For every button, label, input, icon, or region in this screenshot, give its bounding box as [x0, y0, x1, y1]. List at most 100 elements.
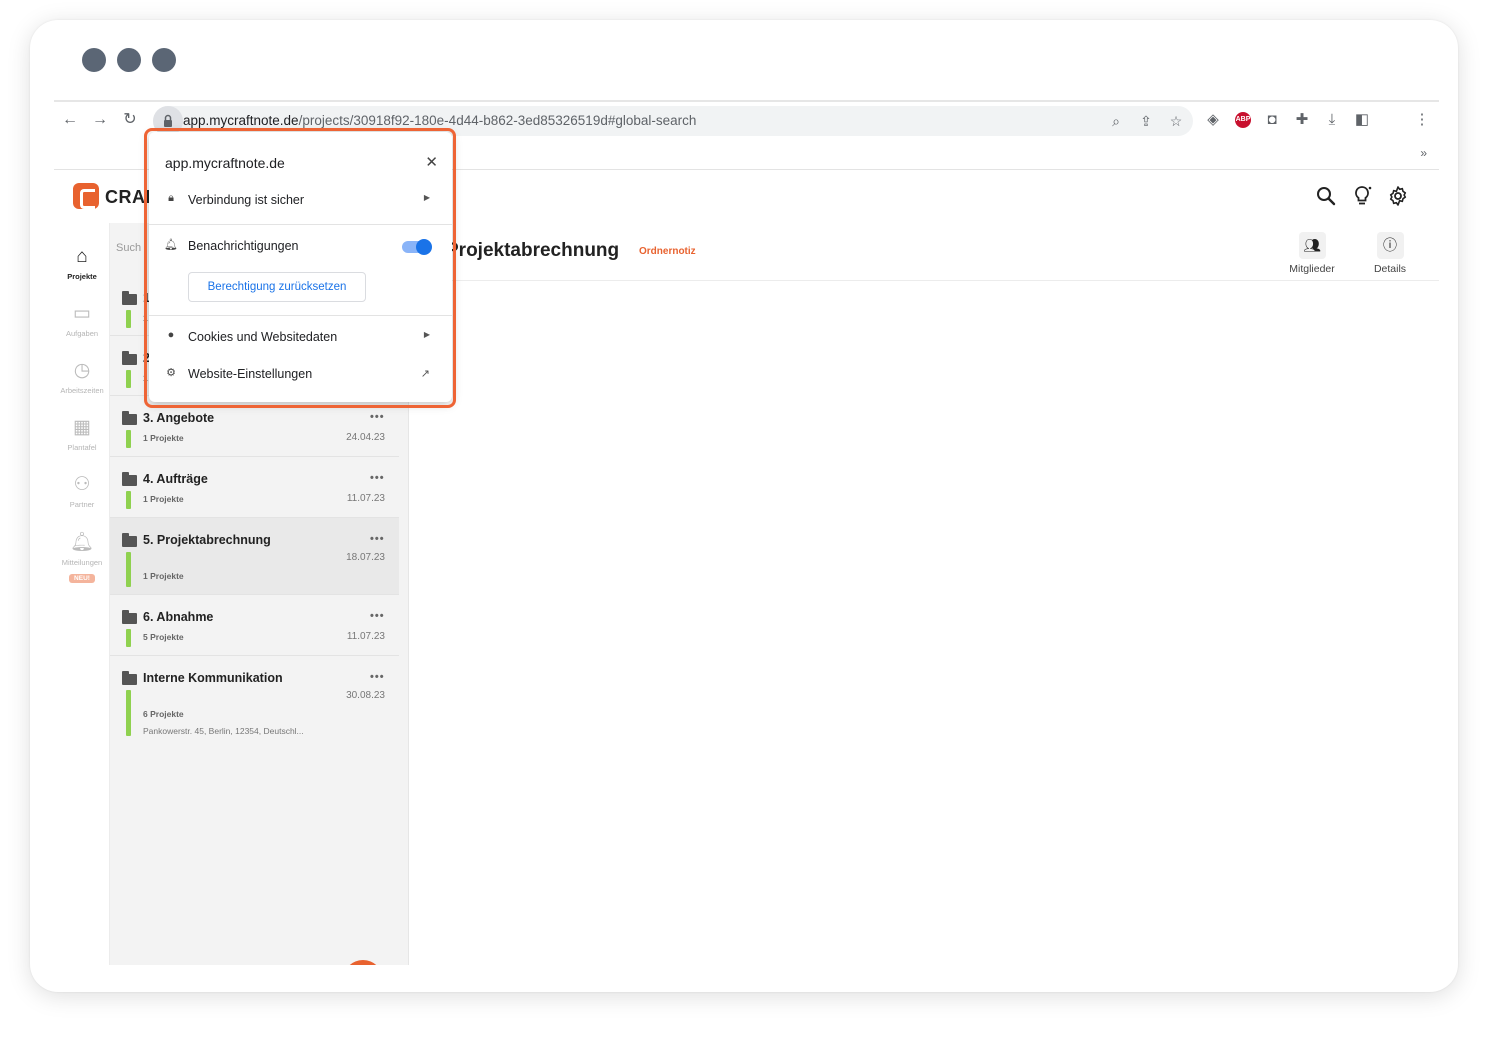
clipboard-icon: ▭ — [73, 303, 91, 324]
add-button[interactable] — [343, 960, 383, 965]
nav-item-aufgaben[interactable]: ▭ Aufgaben — [54, 302, 110, 338]
folder-count: 1 — [143, 313, 148, 323]
site-info-popup: app.mycraftnote.de ✕ 🔒︎ Verbindung ist s… — [149, 132, 452, 402]
nav-item-mitteilungen[interactable]: 🔔︎ Mitteilungen NEU! — [54, 531, 110, 585]
extension-diamond-icon[interactable]: ◈ — [1203, 110, 1223, 130]
folder-item[interactable]: 6. Abnahme ••• 11.07.23 5 Projekte — [110, 595, 399, 656]
reload-icon[interactable]: ↻ — [120, 110, 140, 130]
sidepanel-icon[interactable]: ◧ — [1352, 110, 1372, 130]
folder-note-link[interactable]: Ordnernotiz — [639, 246, 696, 257]
folder-more-button[interactable]: ••• — [370, 671, 385, 683]
cookie-icon: ● — [167, 329, 175, 341]
adblock-icon[interactable]: ABP — [1235, 112, 1251, 128]
folder-color-bar — [126, 491, 131, 509]
chevron-right-icon: ▶ — [423, 330, 430, 339]
nav-item-projekte[interactable]: ⌂ Projekte — [54, 245, 110, 281]
new-badge: NEU! — [69, 574, 95, 583]
folder-name: 4. Aufträge — [143, 472, 208, 486]
folder-date: 30.08.23 — [346, 690, 385, 701]
folder-item[interactable]: 4. Aufträge ••• 11.07.23 1 Projekte — [110, 457, 399, 518]
people-icon: ⚇ — [73, 474, 91, 495]
url-text[interactable]: app.mycraftnote.de/projects/30918f92-180… — [183, 113, 696, 128]
close-icon[interactable]: ✕ — [425, 153, 438, 171]
external-link-icon: ↗ — [420, 368, 430, 380]
folder-item[interactable]: 3. Angebote ••• 24.04.23 1 Projekte — [110, 396, 399, 457]
browser-window: ← → ↻ app.mycraftnote.de/projects/30918f… — [54, 100, 1439, 965]
window-dot-icon — [152, 48, 176, 72]
connection-secure-row[interactable]: 🔒︎ Verbindung ist sicher ▶ — [149, 190, 452, 212]
search-input[interactable]: Such — [116, 242, 141, 254]
left-navigation: ⌂ Projekte ▭ Aufgaben ◷ Arbeitszeiten ▦ … — [54, 223, 110, 965]
folder-name: 3. Angebote — [143, 411, 215, 425]
folder-more-button[interactable]: ••• — [370, 411, 385, 423]
camera-icon[interactable]: ◘ — [1262, 110, 1282, 130]
notifications-label: Benachrichtigungen — [188, 239, 299, 253]
cookies-row[interactable]: ● Cookies und Websitedaten ▶ — [149, 327, 452, 349]
nav-item-label: Mitteilungen — [61, 558, 103, 567]
nav-item-label: Partner — [69, 500, 95, 509]
members-button[interactable]: 👥︎ Mitglieder — [1282, 232, 1342, 275]
nav-item-arbeitszeiten[interactable]: ◷ Arbeitszeiten — [54, 359, 110, 395]
window-dot-icon — [82, 48, 106, 72]
folder-count: 1 Projekte — [143, 494, 184, 504]
folder-name: 6. Abnahme — [143, 610, 214, 624]
craftnote-logo-icon[interactable] — [73, 183, 99, 209]
bookmarks-more-button[interactable]: » — [1420, 146, 1427, 160]
browser-menu-icon[interactable]: ⋮ — [1412, 110, 1432, 130]
window-dot-icon — [117, 48, 141, 72]
main-header: Projektabrechnung Ordnernotiz 👥︎ Mitglie… — [410, 223, 1439, 281]
folder-icon — [122, 411, 137, 425]
folder-date: 24.04.23 — [346, 432, 385, 443]
folder-color-bar — [126, 690, 131, 736]
nav-item-plantafel[interactable]: ▦ Plantafel — [54, 416, 110, 452]
cookies-label: Cookies und Websitedaten — [188, 330, 338, 344]
folder-color-bar — [126, 430, 131, 448]
zoom-icon[interactable]: ⌕ — [1107, 112, 1125, 130]
folder-more-button[interactable]: ••• — [370, 610, 385, 622]
forward-arrow-icon[interactable]: → — [90, 110, 110, 130]
folder-count: 1 Projekte — [143, 571, 184, 581]
main-content: Projektabrechnung Ordnernotiz 👥︎ Mitglie… — [410, 223, 1439, 965]
folder-color-bar — [126, 310, 131, 328]
url-path: /projects/30918f92-180e-4d44-b862-3ed853… — [298, 113, 697, 128]
lightbulb-icon[interactable] — [1350, 184, 1374, 208]
folder-count: 5 Projekte — [143, 632, 184, 642]
notifications-toggle[interactable] — [402, 239, 432, 255]
bookmark-star-icon[interactable]: ☆ — [1167, 112, 1185, 130]
details-button[interactable]: ⓘ Details — [1365, 232, 1415, 275]
folder-more-button[interactable]: ••• — [370, 533, 385, 545]
lock-icon: 🔒︎ — [168, 192, 174, 204]
connection-label: Verbindung ist sicher — [188, 193, 305, 207]
folder-count: 1 Projekte — [143, 433, 184, 443]
nav-item-partner[interactable]: ⚇ Partner — [54, 473, 110, 509]
search-icon[interactable] — [1314, 184, 1338, 208]
folder-color-bar — [126, 370, 131, 388]
bell-icon: 🔔︎ — [164, 239, 178, 251]
clock-icon: ◷ — [73, 360, 91, 381]
settings-gear-icon[interactable] — [1386, 184, 1410, 208]
nav-item-label: Arbeitszeiten — [60, 386, 104, 395]
folder-icon — [122, 291, 137, 305]
folder-color-bar — [126, 552, 131, 587]
folder-date: 11.07.23 — [346, 631, 385, 642]
extensions-puzzle-icon[interactable]: ✚ — [1292, 110, 1312, 130]
folder-item[interactable]: Interne Kommunikation ••• 30.08.23 6 Pro… — [110, 656, 399, 744]
url-host: app.mycraftnote.de — [183, 113, 299, 128]
folder-color-bar — [126, 629, 131, 647]
bell-icon: 🔔︎ — [69, 532, 95, 553]
folder-icon — [122, 533, 137, 547]
notifications-row: 🔔︎ Benachrichtigungen — [149, 236, 452, 258]
folder-more-button[interactable]: ••• — [370, 472, 385, 484]
nav-item-label: Projekte — [67, 272, 97, 281]
share-icon[interactable]: ⇪ — [1137, 112, 1155, 130]
nav-item-label: Aufgaben — [65, 329, 99, 338]
back-arrow-icon[interactable]: ← — [60, 110, 80, 130]
members-label: Mitglieder — [1289, 263, 1335, 275]
folder-item[interactable]: 5. Projektabrechnung ••• 18.07.23 1 Proj… — [110, 518, 399, 595]
folder-icon — [122, 472, 137, 486]
download-icon[interactable]: ⤓ — [1322, 110, 1342, 130]
reset-permission-button[interactable]: Berechtigung zurücksetzen — [188, 272, 366, 302]
site-settings-row[interactable]: ⚙ Website-Einstellungen ↗ — [149, 364, 452, 386]
gear-icon: ⚙ — [166, 367, 176, 379]
folder-name: 5. Projektabrechnung — [143, 533, 271, 547]
